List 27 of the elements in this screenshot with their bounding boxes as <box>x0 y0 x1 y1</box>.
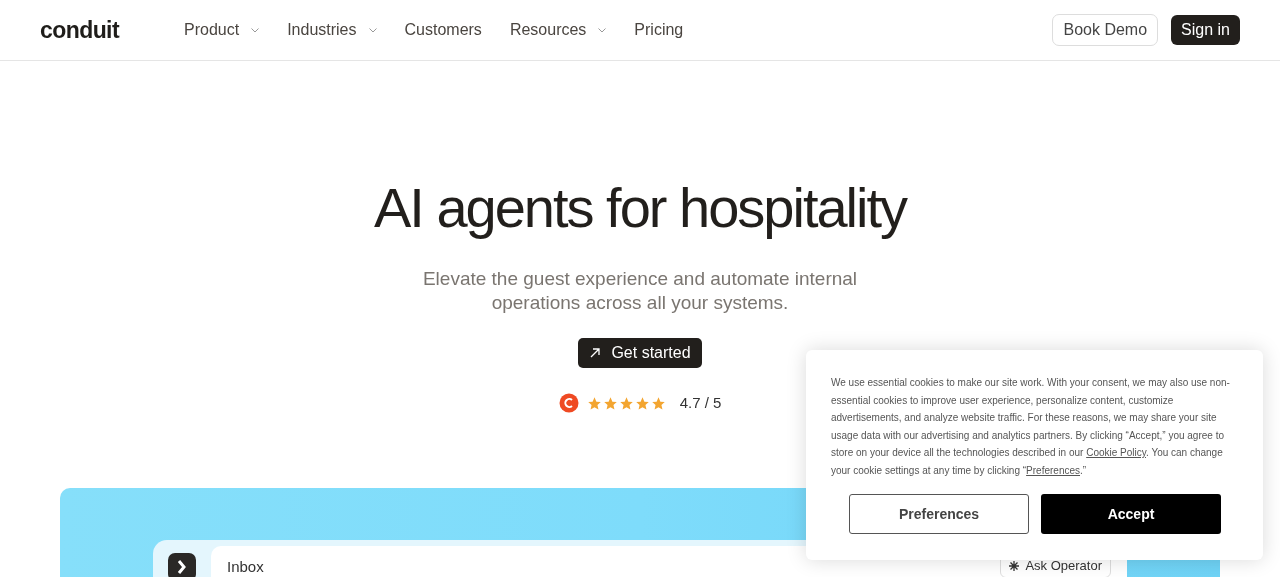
nav-link[interactable]: Resources <box>509 18 607 42</box>
nav-link[interactable]: Industries <box>287 18 377 42</box>
logo[interactable]: conduit <box>40 12 184 48</box>
sparkle-icon <box>1009 561 1020 571</box>
cookie-link[interactable]: Cookie Policy <box>1086 447 1146 458</box>
preferences-button[interactable]: Preferences <box>849 494 1029 534</box>
accept-button[interactable]: Accept <box>1041 494 1221 534</box>
nav-link[interactable]: Customers <box>404 18 482 42</box>
rating-score: 4.7 / 5 <box>679 393 722 413</box>
cookie-link[interactable]: Preferences <box>1026 464 1080 476</box>
hero-title: AI agents for hospitality <box>373 175 907 241</box>
g2-logo-icon <box>558 393 579 414</box>
star-icon <box>634 395 650 411</box>
cookie-notice-text: We use essential cookies to make our site work. With your consent, we may also use non-essential cookies to improve user experience, personalize content, customize advertisements, and analyze website traffic. For these reasons, we may share your site usage data with our advertising and analytics partners. By clicking “Accept,” you agree to store on your device all the technologies described in our Cookie Policy. You can change your cookie settings at any time by clicking “Preferences.” <box>831 376 1231 478</box>
book-demo-button[interactable]: Book Demo <box>1052 14 1159 46</box>
star-icon <box>602 395 618 411</box>
nav-link[interactable]: Product <box>184 18 260 42</box>
sign-in-button[interactable]: Sign in <box>1171 15 1240 45</box>
hero-subtitle: Elevate the guest experience and automate internal operations across all your systems. <box>421 267 859 315</box>
arrow-icon <box>589 347 602 359</box>
inbox-title: Inbox <box>227 557 264 577</box>
star-icon <box>650 395 666 411</box>
star-icon <box>586 395 602 411</box>
nav-link[interactable]: Pricing <box>634 18 684 42</box>
get-started-button[interactable]: Get started <box>578 338 702 368</box>
chevron-right-icon[interactable] <box>168 553 196 577</box>
star-icon <box>618 395 634 411</box>
